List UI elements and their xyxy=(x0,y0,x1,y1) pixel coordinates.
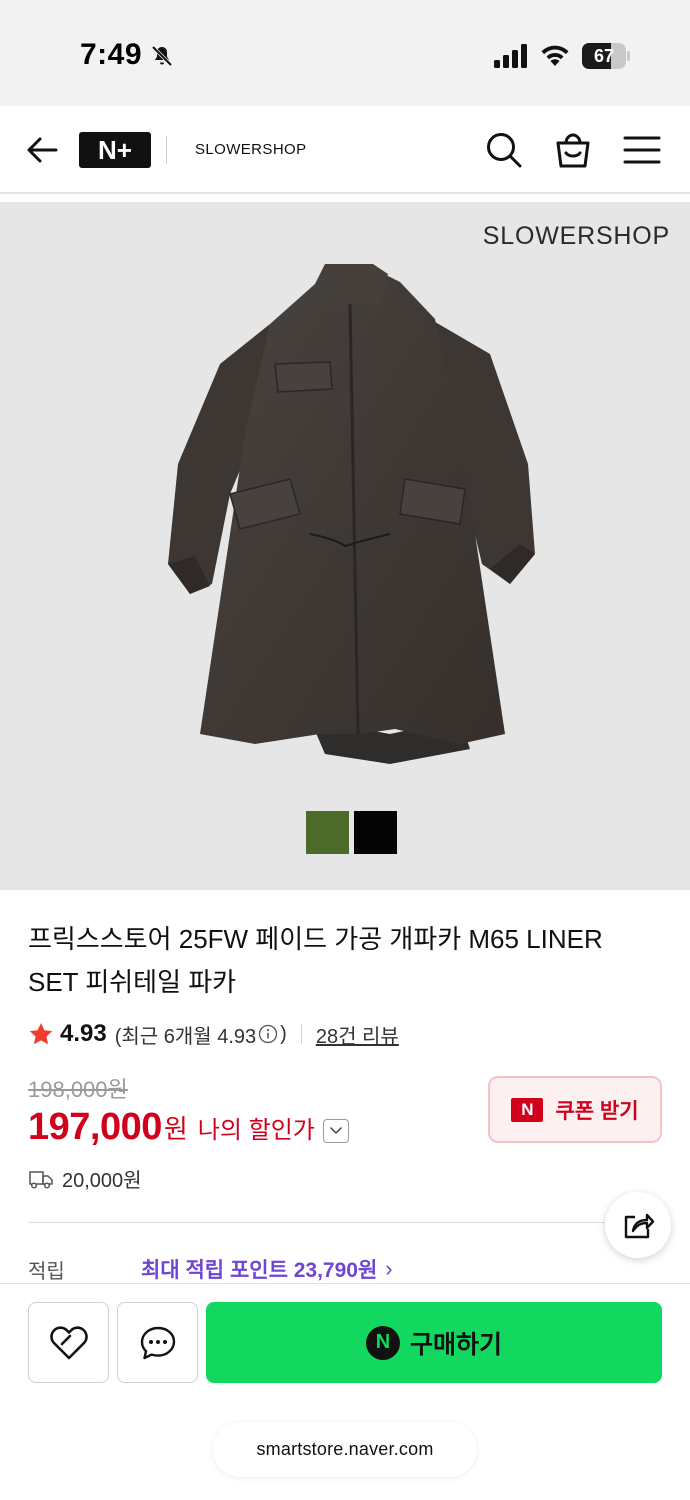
logo-text: N+ xyxy=(98,135,132,165)
naver-coupon-icon: N xyxy=(511,1097,544,1122)
info-icon[interactable] xyxy=(258,1024,278,1044)
battery-indicator: 67 xyxy=(582,43,630,69)
naver-pay-icon: N xyxy=(365,1325,400,1360)
rating-row: 4.93 (최근 6개월 4.93 ) 28건 리뷰 xyxy=(28,1018,399,1050)
back-arrow-icon[interactable] xyxy=(22,130,62,170)
shopping-bag-icon[interactable] xyxy=(553,128,593,170)
coupon-button-label: 쿠폰 받기 xyxy=(555,1099,639,1123)
battery-level: 67 xyxy=(593,46,615,66)
product-title: 프릭스스토어 25FW 페이드 가공 개파카 M65 LINER SET 피쉬테… xyxy=(28,924,603,997)
bottom-action-bar: N 구매하기 smartstore.naver.com xyxy=(0,1283,690,1500)
logo-divider xyxy=(166,136,167,164)
points-row: 적립 최대 적립 포인트 23,790원 › xyxy=(28,1254,662,1284)
sale-price-unit: 원 xyxy=(163,1114,188,1144)
status-bar: 7:49 67 xyxy=(0,0,690,106)
discount-expand-button[interactable] xyxy=(322,1119,349,1143)
cellular-signal-icon xyxy=(494,44,527,68)
review-count-link[interactable]: 28건 리뷰 xyxy=(316,1020,399,1049)
top-navigation: N+ SLOWERSHOP xyxy=(0,106,690,194)
rating-divider xyxy=(300,1024,302,1044)
shipping-fee: 20,000원 xyxy=(62,1170,142,1192)
section-divider xyxy=(28,1222,662,1223)
browser-url-bar[interactable]: smartstore.naver.com xyxy=(213,1422,477,1477)
search-icon[interactable] xyxy=(484,130,524,170)
wifi-icon xyxy=(541,45,569,66)
rating-recent-text: (최근 6개월 4.93 xyxy=(114,1025,257,1048)
wishlist-button[interactable] xyxy=(28,1302,109,1383)
color-swatch-black[interactable] xyxy=(354,811,397,854)
naver-plus-logo[interactable]: N+ xyxy=(79,132,151,168)
rating-recent-close: ) xyxy=(280,1022,287,1045)
store-name[interactable]: SLOWERSHOP xyxy=(195,141,307,158)
image-brand-watermark: SLOWERSHOP xyxy=(482,222,670,250)
buy-now-label: 구매하기 xyxy=(409,1330,502,1359)
max-points-link[interactable]: 최대 적립 포인트 23,790원 xyxy=(141,1254,377,1284)
chevron-down-icon xyxy=(330,1127,342,1134)
delivery-truck-icon xyxy=(29,1170,53,1189)
sale-price: 197,000 xyxy=(28,1106,162,1148)
color-swatch-green[interactable] xyxy=(306,811,349,854)
rating-value: 4.93 xyxy=(60,1020,107,1047)
coupon-download-button[interactable]: N 쿠폰 받기 xyxy=(488,1076,662,1143)
status-time: 7:49 xyxy=(80,38,143,71)
star-icon xyxy=(29,1022,53,1045)
chat-bubble-icon xyxy=(140,1326,175,1359)
buy-now-button[interactable]: N 구매하기 xyxy=(206,1302,662,1383)
original-price: 198,000원 xyxy=(28,1077,128,1102)
parka-product-photo xyxy=(168,264,535,764)
share-icon xyxy=(624,1213,655,1239)
shipping-row: 20,000원 xyxy=(28,1164,142,1193)
points-label: 적립 xyxy=(28,1260,65,1283)
sale-price-row: 197,000 원 나의 할인가 xyxy=(28,1103,349,1149)
share-button[interactable] xyxy=(605,1192,671,1258)
bell-off-icon xyxy=(151,45,173,67)
hamburger-menu-icon[interactable] xyxy=(622,132,662,168)
chevron-right-icon: › xyxy=(385,1256,393,1281)
rating-recent: (최근 6개월 4.93 ) xyxy=(115,1020,287,1049)
talktalk-chat-button[interactable] xyxy=(117,1302,198,1383)
my-discount-label[interactable]: 나의 할인가 xyxy=(198,1110,315,1145)
product-image-gallery[interactable]: SLOWERSHOP xyxy=(0,202,690,890)
heart-icon xyxy=(49,1325,88,1359)
